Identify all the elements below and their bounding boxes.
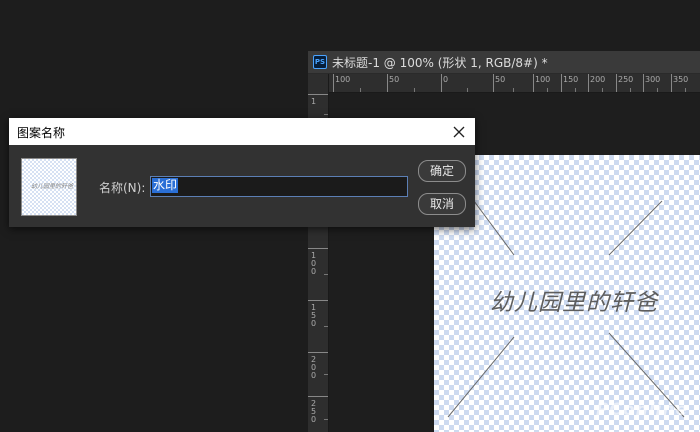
ruler-label: 100 xyxy=(311,251,317,276)
ruler-tick xyxy=(643,74,644,92)
preview-text: 幼儿园里的轩爸 xyxy=(31,183,74,190)
ruler-minor-tick xyxy=(360,88,361,92)
name-label: 名称(N): xyxy=(99,181,146,195)
cancel-button[interactable]: 取消 xyxy=(418,193,466,215)
dialog-titlebar[interactable]: 图案名称 xyxy=(9,118,475,145)
ruler-label: 100 xyxy=(535,75,551,84)
ruler-minor-tick xyxy=(414,88,415,92)
ruler-label: 150 xyxy=(563,75,579,84)
photoshop-icon: PS xyxy=(313,55,327,69)
ruler-tick xyxy=(616,74,617,92)
ruler-tick xyxy=(387,74,388,92)
ruler-tick xyxy=(441,74,442,92)
ruler-label: 350 xyxy=(673,75,689,84)
ruler-minor-tick xyxy=(467,88,468,92)
ruler-label: 150 xyxy=(311,303,317,328)
ruler-label: 250 xyxy=(311,399,317,424)
ruler-minor-tick xyxy=(513,88,514,92)
ruler-minor-tick xyxy=(685,88,686,92)
pattern-name-input[interactable]: 水印 xyxy=(150,176,408,197)
ruler-tick xyxy=(308,94,328,95)
ruler-tick xyxy=(308,300,328,301)
ruler-label: 250 xyxy=(618,75,634,84)
ruler-tick xyxy=(333,74,334,92)
ruler-minor-tick xyxy=(657,88,658,92)
ruler-tick xyxy=(308,352,328,353)
ruler-minor-tick xyxy=(602,88,603,92)
ruler-label: 50 xyxy=(389,75,400,84)
ruler-label: 50 xyxy=(495,75,506,84)
pattern-name-dialog: 图案名称 幼儿园里的轩爸 名称(N): 水印 确定 取消 xyxy=(9,118,475,227)
ruler-minor-tick xyxy=(630,88,631,92)
ruler-minor-tick xyxy=(324,374,328,375)
close-button[interactable] xyxy=(449,122,469,142)
watermark-logo: PConline xyxy=(595,400,688,420)
ruler-label: 200 xyxy=(311,355,317,380)
close-icon xyxy=(453,126,465,138)
ruler-minor-tick xyxy=(324,326,328,327)
ruler-tick xyxy=(308,248,328,249)
guide-line xyxy=(608,200,663,256)
ruler-minor-tick xyxy=(575,88,576,92)
ruler-label: 200 xyxy=(590,75,606,84)
ruler-minor-tick xyxy=(547,88,548,92)
document-tab[interactable]: PS 未标题-1 @ 100% (形状 1, RGB/8#) * xyxy=(308,51,700,74)
pattern-name-value: 水印 xyxy=(152,178,179,193)
ruler-tick xyxy=(671,74,672,92)
ok-button[interactable]: 确定 xyxy=(418,160,466,182)
canvas-text-layer[interactable]: 幼儿园里的轩爸 xyxy=(490,283,658,317)
ruler-minor-tick xyxy=(324,274,328,275)
ruler-tick xyxy=(588,74,589,92)
pattern-preview: 幼儿园里的轩爸 xyxy=(21,158,77,216)
document-title[interactable]: 未标题-1 @ 100% (形状 1, RGB/8#) * xyxy=(332,54,548,71)
ruler-label: 1 xyxy=(311,97,317,106)
ruler-minor-tick xyxy=(324,114,328,115)
ruler-label: 100 xyxy=(335,75,351,84)
ruler-tick xyxy=(308,396,328,397)
ruler-label: 300 xyxy=(645,75,661,84)
horizontal-ruler[interactable]: 100 50 0 50 100 150 200 250 300 350 xyxy=(328,74,700,93)
guide-line xyxy=(473,200,515,256)
guide-line xyxy=(447,336,515,418)
ruler-tick xyxy=(493,74,494,92)
ruler-tick xyxy=(561,74,562,92)
ruler-tick xyxy=(533,74,534,92)
ruler-label: 0 xyxy=(443,75,449,84)
ruler-minor-tick xyxy=(324,419,328,420)
dialog-title: 图案名称 xyxy=(17,126,66,140)
